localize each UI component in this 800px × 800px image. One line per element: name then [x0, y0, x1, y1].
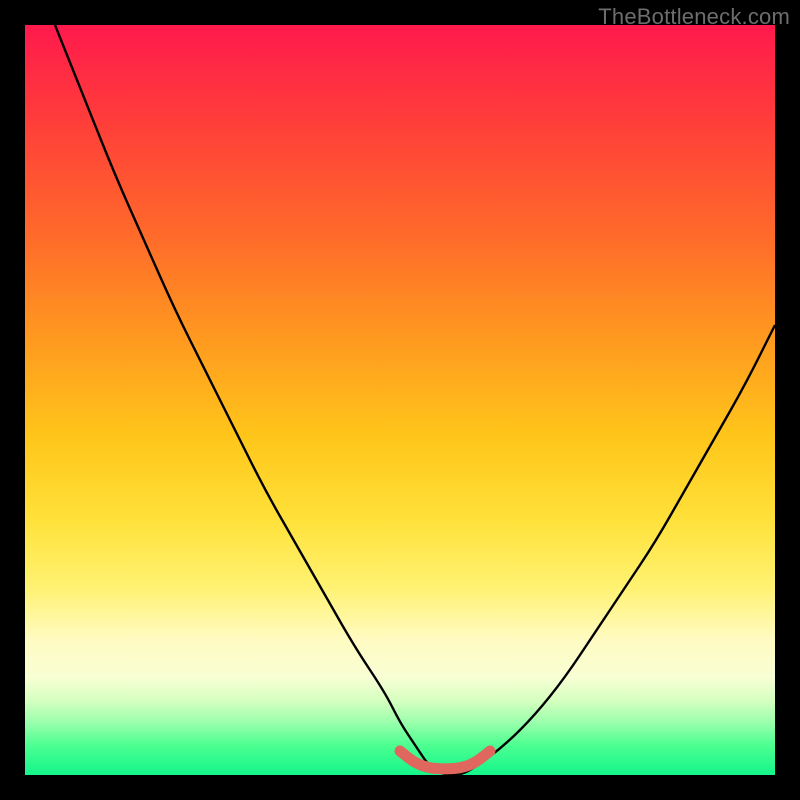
plot-area	[25, 25, 775, 775]
watermark-text: TheBottleneck.com	[598, 4, 790, 30]
bottleneck-curve-svg	[25, 25, 775, 775]
valley-accent-line	[400, 751, 490, 769]
chart-frame: TheBottleneck.com	[0, 0, 800, 800]
mismatch-curve-line	[55, 25, 775, 775]
